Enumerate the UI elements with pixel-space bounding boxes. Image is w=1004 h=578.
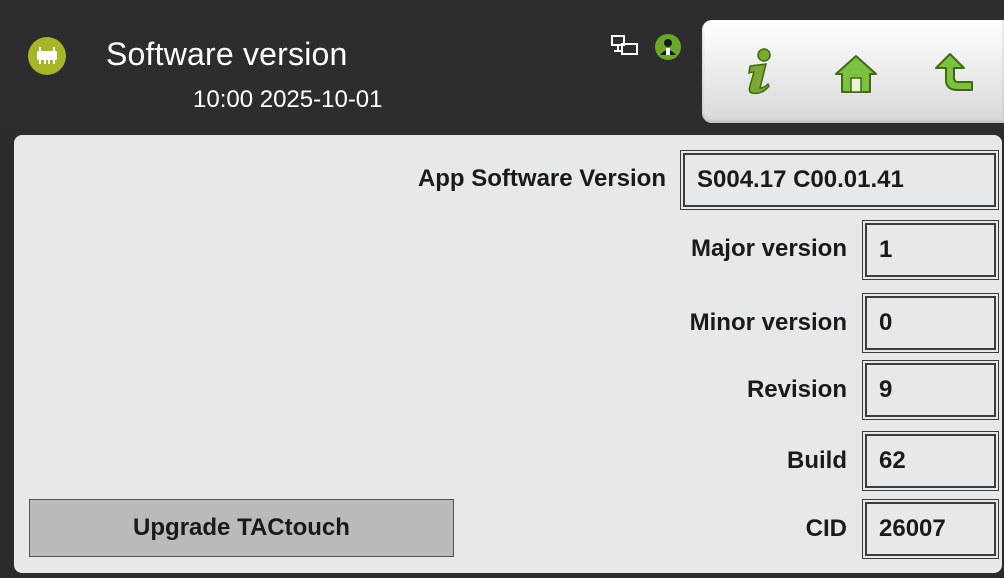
home-icon: [835, 55, 877, 93]
cid-label: CID: [805, 515, 847, 542]
minor-version-label: Minor version: [689, 309, 847, 336]
datetime: 10:00 2025-10-01: [193, 86, 383, 114]
back-button[interactable]: [930, 46, 978, 98]
toolbar: [702, 20, 1004, 123]
build-label: Build: [787, 447, 847, 474]
minor-version-field: 0: [862, 293, 999, 353]
upgrade-tactouch-button[interactable]: Upgrade TACtouch: [29, 499, 454, 557]
user-icon: [654, 33, 682, 66]
home-button[interactable]: [832, 46, 880, 98]
header-bar: Software version 10:00 2025-10-01: [0, 0, 1004, 135]
time: 10:00: [193, 86, 254, 113]
page-title: Software version: [106, 36, 348, 72]
info-button[interactable]: [734, 46, 782, 98]
network-icon: [611, 35, 639, 62]
app-software-version-field: S004.17 C00.01.41: [680, 150, 999, 210]
date: 2025-10-01: [259, 86, 383, 113]
info-icon: [748, 48, 771, 95]
major-version-field: 1: [862, 220, 999, 280]
revision-field: 9: [862, 360, 999, 420]
revision-label: Revision: [746, 376, 847, 403]
major-version-label: Major version: [690, 235, 847, 262]
cid-field: 26007: [862, 499, 999, 559]
back-arrow-icon: [935, 53, 973, 91]
app-software-version-label: App Software Version: [417, 165, 666, 192]
chip-icon: [28, 37, 66, 75]
build-field: 62: [862, 431, 999, 491]
